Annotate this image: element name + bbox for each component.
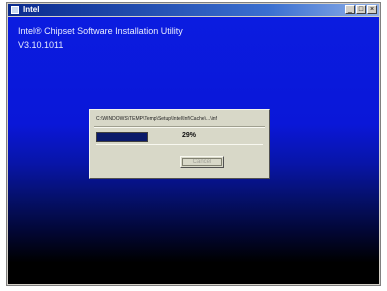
file-path-text: C:\WINDOWS\TEMP\Temp\Setup\Intel\Inf\Cac…	[96, 116, 217, 122]
window-controls: _ □ ×	[345, 5, 377, 14]
progress-bar	[96, 132, 148, 142]
close-button[interactable]: ×	[367, 5, 377, 14]
window-title: Intel	[23, 5, 40, 14]
divider	[96, 144, 263, 145]
progress-bar-fill	[97, 133, 147, 141]
progress-percent: 29%	[182, 132, 197, 139]
cancel-button[interactable]: Cancel	[180, 156, 224, 168]
maximize-button[interactable]: □	[356, 5, 366, 14]
minimize-button[interactable]: _	[345, 5, 355, 14]
progress-dialog: C:\WINDOWS\TEMP\Temp\Setup\Intel\Inf\Cac…	[89, 109, 270, 179]
installer-version: V3.10.1011	[18, 40, 64, 50]
installer-heading: Intel® Chipset Software Installation Uti…	[18, 26, 183, 36]
divider	[94, 126, 265, 128]
title-bar[interactable]: Intel _ □ ×	[8, 4, 379, 16]
app-icon	[11, 6, 19, 14]
